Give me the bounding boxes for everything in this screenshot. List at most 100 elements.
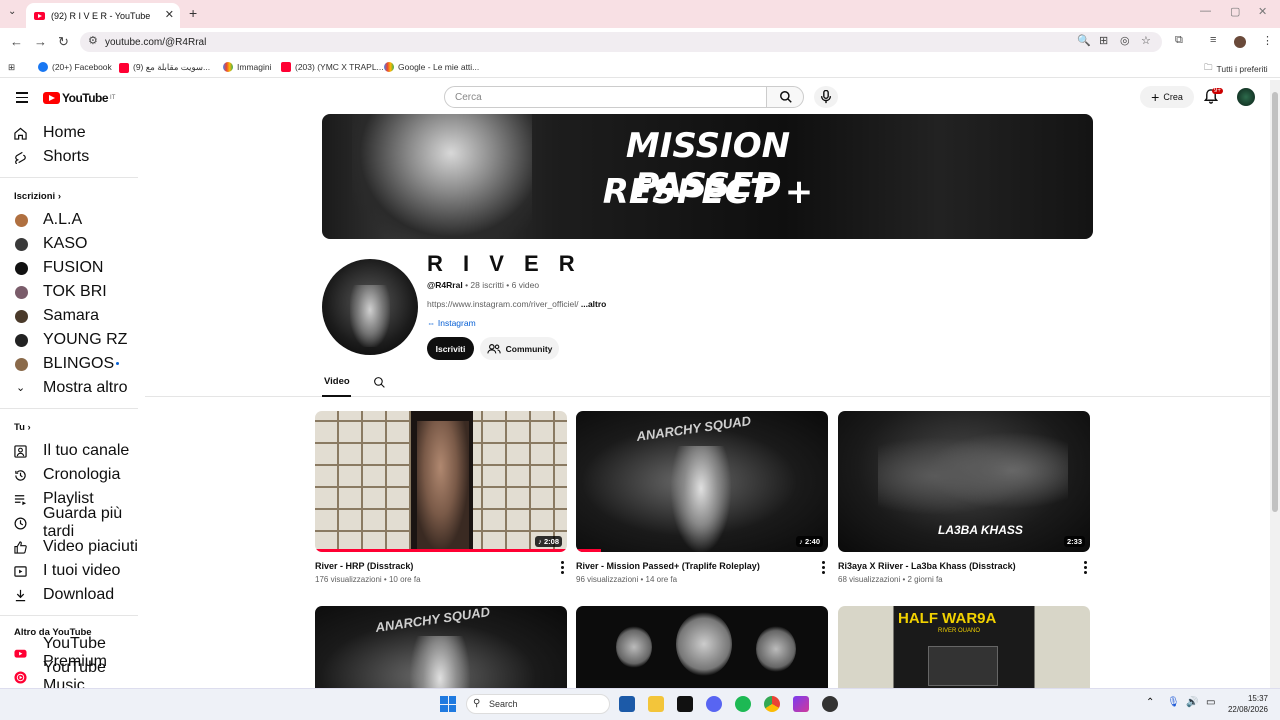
community-button[interactable]: Community bbox=[480, 337, 559, 360]
chrome-icon[interactable] bbox=[764, 696, 780, 712]
menu-icon[interactable] bbox=[16, 92, 28, 106]
discord-icon[interactable] bbox=[706, 696, 722, 712]
sidebar-item-liked-videos[interactable]: Video piaciuti bbox=[0, 536, 138, 558]
profile-avatar[interactable] bbox=[1234, 36, 1246, 48]
youtube-icon bbox=[119, 62, 129, 73]
video-title[interactable]: River - Mission Passed+ (Traplife Rolepl… bbox=[576, 561, 808, 571]
reload-icon[interactable]: ↻ bbox=[58, 34, 69, 50]
sidebar-sub-item[interactable]: KASO bbox=[0, 233, 138, 255]
sidebar-item-download[interactable]: Download bbox=[0, 584, 138, 606]
sidebar-item-history[interactable]: Cronologia bbox=[0, 464, 138, 486]
speaker-icon[interactable]: 🔊 bbox=[1186, 697, 1198, 708]
channel-avatar bbox=[15, 358, 28, 371]
watch-later-icon bbox=[14, 517, 27, 530]
task-view-icon[interactable] bbox=[619, 696, 635, 712]
battery-icon[interactable]: ▭ bbox=[1206, 697, 1215, 708]
sidebar-sub-item[interactable]: A.L.A bbox=[0, 209, 138, 231]
tab-search-icon[interactable]: ⌄ bbox=[8, 6, 16, 17]
bookmark-youtube-2[interactable]: (203) (YMC X TRAPL... bbox=[281, 62, 384, 72]
video-card[interactable]: ♪ 2:08 River - HRP (Disstrack) 176 visua… bbox=[315, 411, 567, 584]
video-thumbnail[interactable]: ANARCHY SQUAD ♪ 2:40 bbox=[576, 411, 828, 552]
video-card[interactable]: LA3BA KHASS 2:33 Ri3aya X Riiver - La3ba… bbox=[838, 411, 1090, 584]
show-more-button[interactable]: ⌄ Mostra altro bbox=[0, 377, 138, 399]
taskbar-clock[interactable]: 15:37 22/08/2026 bbox=[1226, 693, 1268, 715]
apps-icon[interactable]: ⊞ bbox=[8, 62, 15, 73]
video-card[interactable]: HALF WAR9A RIVER OUANO bbox=[838, 606, 1090, 688]
maximize-icon[interactable]: ▢ bbox=[1230, 5, 1240, 18]
video-title[interactable]: Ri3aya X Riiver - La3ba Khass (Disstrack… bbox=[838, 561, 1070, 571]
more-actions-icon[interactable] bbox=[822, 561, 826, 576]
tray-chevron-up-icon[interactable]: ⌃ bbox=[1146, 697, 1154, 708]
bookmark-youtube-1[interactable]: (9) سويت مقابلة مع... bbox=[119, 62, 210, 73]
video-card[interactable]: ANARCHY SQUAD bbox=[315, 606, 567, 688]
install-icon[interactable]: ⊞ bbox=[1099, 34, 1108, 47]
bookmark-facebook[interactable]: (20+) Facebook bbox=[38, 62, 112, 72]
sidebar-sub-item[interactable]: TOK BRI bbox=[0, 281, 138, 303]
create-button[interactable]: + Crea bbox=[1140, 86, 1194, 108]
channel-avatar-large[interactable] bbox=[322, 259, 418, 355]
bookmark-star-icon[interactable]: ☆ bbox=[1141, 34, 1151, 47]
bookmark-images[interactable]: Immagini bbox=[223, 62, 271, 72]
subscribe-button[interactable]: Iscriviti bbox=[427, 337, 474, 360]
video-title[interactable]: River - HRP (Disstrack) bbox=[315, 561, 547, 571]
close-tab-icon[interactable]: ✕ bbox=[165, 8, 174, 21]
you-heading[interactable]: Tu › bbox=[14, 422, 31, 433]
forward-icon[interactable]: → bbox=[34, 34, 47, 49]
scrollbar-thumb[interactable] bbox=[1272, 92, 1278, 512]
all-bookmarks[interactable]: 🗀 Tutti i preferiti bbox=[1204, 62, 1268, 76]
more-actions-icon[interactable] bbox=[561, 561, 565, 576]
more-actions-icon[interactable] bbox=[1084, 561, 1088, 576]
back-icon[interactable]: ← bbox=[10, 34, 23, 49]
sidebar-item-watch-later[interactable]: Guarda più tardi bbox=[0, 505, 138, 540]
tracking-icon[interactable]: ◎ bbox=[1120, 34, 1130, 47]
search-input[interactable]: Cerca bbox=[444, 86, 767, 108]
video-thumbnail[interactable]: ♪ 2:08 bbox=[315, 411, 567, 552]
new-tab-icon[interactable]: + bbox=[189, 5, 197, 21]
sidebar-item-your-channel[interactable]: Il tuo canale bbox=[0, 440, 138, 462]
capcut-icon[interactable] bbox=[677, 696, 693, 712]
video-thumbnail[interactable]: LA3BA KHASS 2:33 bbox=[838, 411, 1090, 552]
browser-menu-icon[interactable]: ⋮ bbox=[1262, 34, 1273, 47]
youtube-logo[interactable]: YouTube IT bbox=[43, 91, 115, 105]
page-scrollbar[interactable] bbox=[1270, 80, 1280, 688]
account-avatar[interactable] bbox=[1237, 88, 1255, 106]
zoom-icon[interactable]: 🔍 bbox=[1077, 34, 1091, 47]
reading-list-icon[interactable]: ≡ bbox=[1210, 34, 1216, 46]
bookmark-google-activity[interactable]: Google - Le mie atti... bbox=[384, 62, 479, 72]
sidebar-sub-item[interactable]: YOUNG RZ bbox=[0, 329, 138, 351]
video-thumbnail[interactable]: HALF WAR9A RIVER OUANO bbox=[838, 606, 1090, 688]
sidebar-item-home[interactable]: Home bbox=[0, 122, 138, 144]
sidebar-sub-item[interactable]: BLINGOS bbox=[0, 353, 138, 375]
taskbar-search[interactable]: ⚲ Search bbox=[466, 694, 610, 714]
site-info-icon[interactable]: ⚙ bbox=[88, 34, 98, 47]
start-icon[interactable] bbox=[440, 696, 456, 712]
video-thumbnail[interactable] bbox=[576, 606, 828, 688]
browser-tab[interactable]: (92) R I V E R - YouTube ✕ bbox=[26, 3, 180, 28]
tab-video[interactable]: Video bbox=[324, 376, 350, 387]
sidebar-sub-item[interactable]: Samara bbox=[0, 305, 138, 327]
more-link[interactable]: ...altro bbox=[581, 299, 607, 309]
url-text: youtube.com/@R4Rral bbox=[105, 36, 207, 48]
sidebar-item-your-videos[interactable]: I tuoi video bbox=[0, 560, 138, 582]
channel-description[interactable]: https://www.instagram.com/river_officiel… bbox=[427, 299, 606, 309]
search-button[interactable] bbox=[766, 86, 804, 108]
minimize-icon[interactable]: — bbox=[1200, 5, 1211, 17]
app-icon[interactable] bbox=[793, 696, 809, 712]
sidebar-item-shorts[interactable]: Shorts bbox=[0, 146, 138, 168]
video-card[interactable] bbox=[576, 606, 828, 688]
spotify-icon[interactable] bbox=[735, 696, 751, 712]
channel-search-icon[interactable] bbox=[373, 376, 386, 389]
sidebar-item-youtube-music[interactable]: YouTube Music bbox=[0, 659, 138, 694]
obs-icon[interactable] bbox=[822, 696, 838, 712]
instagram-link[interactable]: ⇔ Instagram bbox=[427, 318, 476, 328]
extensions-icon[interactable]: ⧉ bbox=[1175, 34, 1183, 47]
sidebar-sub-item[interactable]: FUSION bbox=[0, 257, 138, 279]
address-bar[interactable]: youtube.com/@R4Rral bbox=[80, 32, 1162, 52]
video-thumbnail[interactable]: ANARCHY SQUAD bbox=[315, 606, 567, 688]
window-close-icon[interactable]: ✕ bbox=[1258, 5, 1267, 18]
microphone-tray-icon[interactable]: 🎙 bbox=[1167, 697, 1180, 708]
file-explorer-icon[interactable] bbox=[648, 696, 664, 712]
subscriptions-heading[interactable]: Iscrizioni › bbox=[14, 191, 61, 202]
video-card[interactable]: ANARCHY SQUAD ♪ 2:40 River - Mission Pas… bbox=[576, 411, 828, 584]
voice-search-button[interactable] bbox=[814, 86, 838, 108]
